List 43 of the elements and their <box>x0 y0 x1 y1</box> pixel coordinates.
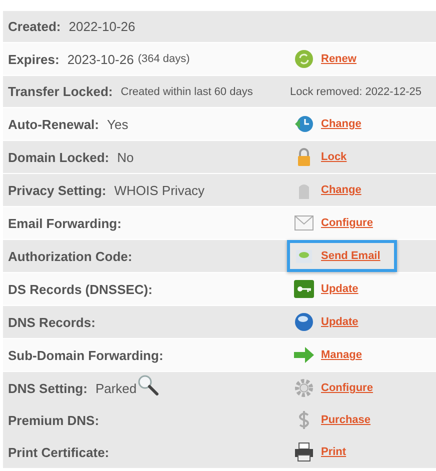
field-value: 2022-10-26 <box>68 19 136 34</box>
action-link[interactable]: Manage <box>321 349 362 361</box>
action-link[interactable]: Renew <box>321 53 356 65</box>
field-label: Privacy Setting: <box>8 182 106 198</box>
field-value: 2023-10-26 <box>67 52 134 66</box>
field-note: (364 days) <box>138 53 190 65</box>
envelope-icon[interactable] <box>294 213 314 233</box>
action-link[interactable]: Update <box>321 316 358 328</box>
field-label: Auto-Renewal: <box>8 116 99 132</box>
action-link[interactable]: Purchase <box>321 414 371 426</box>
action-link[interactable]: Print <box>321 446 346 458</box>
field-note: Created within last 60 days <box>120 86 253 98</box>
action-link[interactable]: Change <box>321 118 362 130</box>
field-label: Created: <box>8 19 61 34</box>
settings-icon[interactable] <box>294 378 314 398</box>
lock-status: Lock removed: 2022-12-25 <box>290 86 422 98</box>
search-icon[interactable] <box>136 374 159 396</box>
action-link[interactable]: Configure <box>321 382 373 394</box>
arrow-icon[interactable] <box>294 345 314 365</box>
field-label: Domain Locked: <box>8 150 110 164</box>
key-icon[interactable] <box>294 279 314 299</box>
field-label: Email Forwarding: <box>8 216 122 230</box>
field-label: Authorization Code: <box>8 248 132 264</box>
action-link[interactable]: Lock <box>321 151 347 163</box>
field-label: Premium DNS: <box>8 412 100 428</box>
field-value: No <box>117 150 134 164</box>
field-label: DNS Records: <box>8 314 96 330</box>
action-link[interactable]: Change <box>321 184 362 196</box>
globe-icon[interactable] <box>294 312 314 332</box>
action-link[interactable]: Update <box>321 283 358 295</box>
field-value: WHOIS Privacy <box>114 182 205 198</box>
field-label: DNS Setting: <box>8 380 88 396</box>
field-label: Print Certificate: <box>8 444 110 460</box>
refresh-icon[interactable] <box>294 49 314 69</box>
field-label: Transfer Locked: <box>8 84 113 99</box>
field-label: Sub-Domain Forwarding: <box>8 348 164 362</box>
printer-icon[interactable] <box>294 442 314 462</box>
field-value: Parked <box>95 380 137 396</box>
field-label: Expires: <box>8 52 60 66</box>
clock-icon[interactable] <box>294 114 314 134</box>
field-label: DS Records (DNSSEC): <box>8 282 152 296</box>
field-value: Yes <box>107 116 128 132</box>
action-link[interactable]: Configure <box>321 217 373 229</box>
